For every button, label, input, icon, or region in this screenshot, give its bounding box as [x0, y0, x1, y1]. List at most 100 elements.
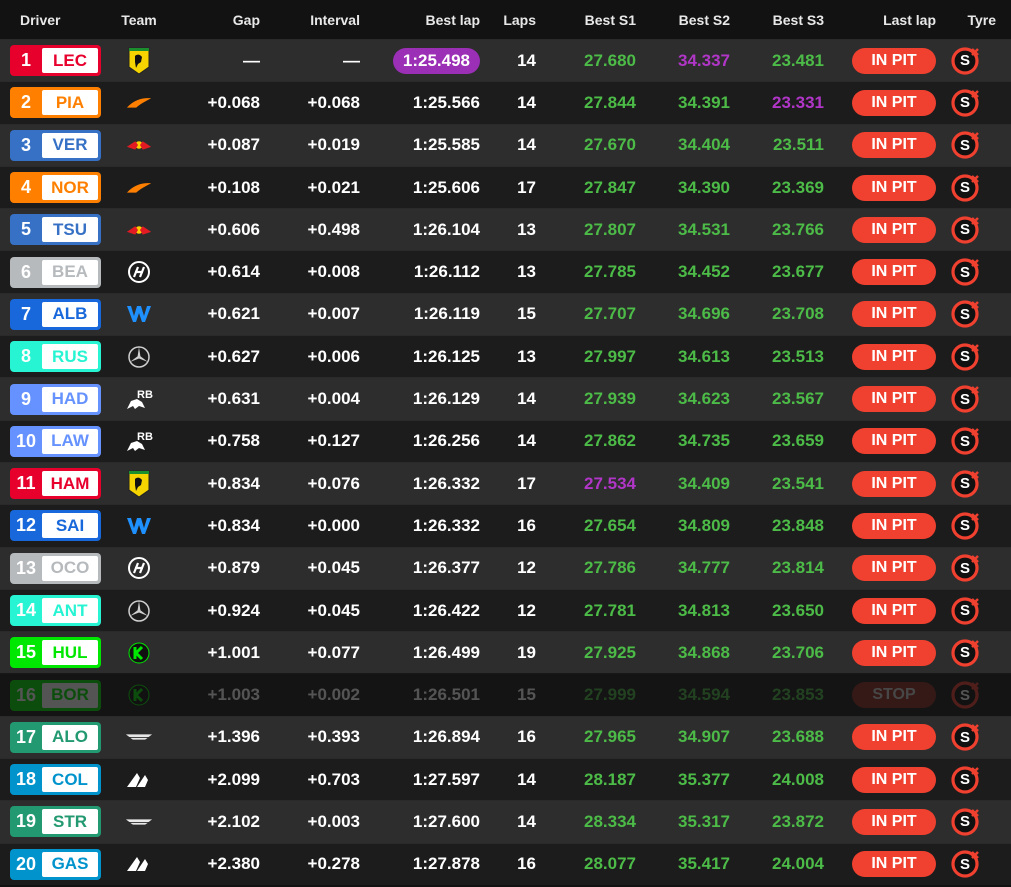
table-row[interactable]: 17 ALO +1.396 +0.393 1:26.894 16 27.965 34.907 2…	[0, 715, 1011, 759]
header-gap[interactable]: Gap	[176, 12, 260, 28]
team-cell	[102, 681, 176, 709]
best-lap-cell: 1:26.377	[360, 558, 480, 578]
best-s1-value: 27.786	[584, 558, 636, 578]
laps-value: 13	[517, 262, 536, 282]
table-row[interactable]: 13 OCO +0.879 +0.045 1:26.377 12 27.786 34.777 2…	[0, 546, 1011, 589]
driver-badge[interactable]: 9 HAD	[10, 383, 101, 415]
table-row[interactable]: 7 ALB +0.621 +0.007 1:26.119 15 27.707 34.696 23…	[0, 292, 1011, 336]
best-s1-value: 27.965	[584, 727, 636, 747]
header-team[interactable]: Team	[102, 12, 176, 28]
table-row[interactable]: 14 ANT +0.924 +0.045 1:26.422 12 27.781 34.813 2…	[0, 588, 1011, 632]
best-s1-value: 27.862	[584, 431, 636, 451]
last-lap-status-badge: IN PIT	[852, 470, 936, 497]
driver-badge[interactable]: 6 BEA	[10, 256, 101, 288]
gap-value: +0.631	[207, 389, 260, 409]
table-row[interactable]: 12 SAI +0.834 +0.000 1:26.332 16 27.654 34.809 2…	[0, 504, 1011, 547]
header-tyre[interactable]: Tyre	[936, 12, 996, 28]
laps-value: 12	[517, 558, 536, 578]
driver-code: TSU	[42, 217, 98, 243]
table-row[interactable]: 18 COL +2.099 +0.703 1:27.597 14 28.187 35.377 2…	[0, 758, 1011, 801]
driver-badge[interactable]: 2 PIA	[10, 87, 101, 119]
driver-badge[interactable]: 3 VER	[10, 129, 101, 161]
team-cell	[102, 47, 176, 75]
interval-value: +0.019	[307, 135, 360, 155]
driver-badge[interactable]: 19 STR	[10, 806, 101, 838]
williams-logo-icon	[125, 512, 153, 540]
header-driver[interactable]: Driver	[0, 12, 102, 28]
mercedes-logo-icon	[125, 597, 153, 625]
header-best-s3[interactable]: Best S3	[730, 12, 824, 28]
gap-value: —	[243, 50, 260, 70]
header-best-lap[interactable]: Best lap	[360, 12, 480, 28]
table-row[interactable]: 3 VER +0.087 +0.019 1:25.585 14 27.670 34.404 23…	[0, 123, 1011, 166]
team-cell	[102, 174, 176, 202]
interval-value: +0.077	[307, 642, 360, 662]
driver-badge[interactable]: 7 ALB	[10, 298, 101, 330]
driver-cell: 4 NOR	[0, 172, 102, 204]
position-number: 20	[15, 853, 37, 874]
tyre-compound-label: S	[959, 263, 970, 281]
table-row[interactable]: 1 LEC — — 1:25.498 14 27.680 34.337 23.481 IN PIT…	[0, 39, 1011, 82]
table-row[interactable]: 6 BEA +0.614 +0.008 1:26.112 13 27.785 34.452 23…	[0, 250, 1011, 293]
best-s2-value: 34.391	[678, 92, 730, 112]
header-best-s2[interactable]: Best S2	[636, 12, 730, 28]
tyre-compound-label: S	[959, 348, 970, 366]
driver-badge[interactable]: 14 ANT	[10, 595, 101, 626]
best-s3-value: 23.369	[772, 177, 824, 197]
header-last-lap[interactable]: Last lap	[824, 12, 936, 28]
driver-badge[interactable]: 4 NOR	[10, 172, 101, 204]
interval-value: +0.127	[307, 431, 360, 451]
table-row[interactable]: 2 PIA +0.068 +0.068 1:25.566 14 27.844 34.391 23…	[0, 81, 1011, 124]
table-row[interactable]: 16 BOR +1.003 +0.002 1:26.501 15 27.999 34.594 2…	[0, 673, 1011, 716]
driver-badge[interactable]: 11 HAM	[10, 468, 101, 500]
driver-badge[interactable]: 10 LAW	[10, 425, 101, 457]
driver-code: ALB	[42, 301, 98, 327]
team-cell	[102, 808, 176, 836]
alpine-logo-icon	[125, 766, 153, 794]
position-number: 3	[20, 134, 31, 155]
driver-badge[interactable]: 5 TSU	[10, 214, 101, 246]
driver-badge[interactable]: 12 SAI	[10, 510, 101, 542]
tyre-soft-icon: S	[950, 257, 980, 287]
tyre-compound-label: S	[959, 136, 970, 154]
header-best-s1[interactable]: Best S1	[536, 12, 636, 28]
last-lap-status-badge: IN PIT	[852, 174, 936, 201]
table-row[interactable]: 11 HAM +0.834 +0.076 1:26.332 17 27.534 34.409 2…	[0, 461, 1011, 505]
driver-badge[interactable]: 17 ALO	[10, 721, 101, 753]
sauber-logo-icon	[125, 639, 153, 667]
driver-badge[interactable]: 16 BOR	[10, 679, 101, 711]
table-row[interactable]: 15 HUL +1.001 +0.077 1:26.499 19 27.925 34.868 2…	[0, 631, 1011, 674]
table-row[interactable]: 8 RUS +0.627 +0.006 1:26.125 13 27.997 34.613 23…	[0, 335, 1011, 378]
table-row[interactable]: 5 TSU +0.606 +0.498 1:26.104 13 27.807 34.531 23…	[0, 208, 1011, 251]
tyre-compound-label: S	[959, 221, 970, 239]
driver-badge[interactable]: 18 COL	[10, 764, 101, 796]
laps-value: 17	[517, 177, 536, 197]
driver-badge[interactable]: 8 RUS	[10, 341, 101, 373]
driver-badge[interactable]: 15 HUL	[10, 637, 101, 669]
last-lap-status-badge: IN PIT	[852, 851, 936, 878]
last-lap-status-badge: IN PIT	[852, 724, 936, 751]
table-row[interactable]: 20 GAS +2.380 +0.278 1:27.878 16 28.077 35.417 2…	[0, 842, 1011, 885]
last-lap-status-badge: IN PIT	[852, 808, 936, 835]
team-cell	[102, 216, 176, 244]
mercedes-logo-icon	[125, 343, 153, 371]
best-lap-value: 1:26.104	[412, 219, 480, 239]
gap-value: +1.396	[207, 727, 260, 747]
best-s2-value: 34.337	[678, 50, 730, 70]
header-laps[interactable]: Laps	[480, 12, 536, 28]
driver-badge[interactable]: 13 OCO	[10, 552, 101, 584]
position-number: 4	[20, 177, 31, 198]
last-lap-status-badge: IN PIT	[852, 766, 936, 793]
driver-badge[interactable]: 20 GAS	[10, 848, 101, 880]
table-row[interactable]: 10 LAW RB +0.758 +0.127 1:26.256 14 27.862 34.73…	[0, 419, 1011, 462]
table-row[interactable]: 9 HAD RB +0.631 +0.004 1:26.129 14 27.939 34.623…	[0, 377, 1011, 420]
best-lap-cell: 1:27.600	[360, 812, 480, 832]
header-interval[interactable]: Interval	[260, 12, 360, 28]
best-lap-cell: 1:26.332	[360, 474, 480, 494]
driver-badge[interactable]: 1 LEC	[10, 45, 101, 77]
laps-value: 14	[517, 431, 536, 451]
gap-value: +0.087	[207, 135, 260, 155]
table-row[interactable]: 4 NOR +0.108 +0.021 1:25.606 17 27.847 34.390 23…	[0, 165, 1011, 209]
table-row[interactable]: 19 STR +2.102 +0.003 1:27.600 14 28.334 35.317 2…	[0, 800, 1011, 843]
team-cell	[102, 554, 176, 582]
